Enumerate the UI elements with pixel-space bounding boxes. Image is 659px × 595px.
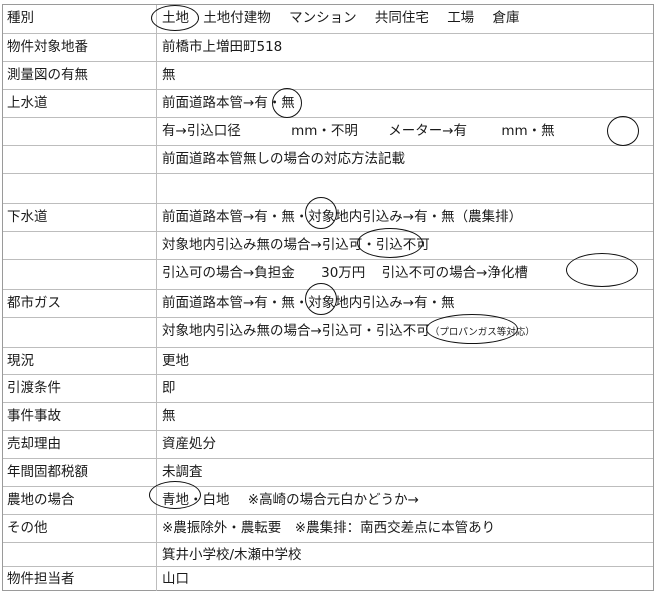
type-factory: 工場 (447, 10, 475, 26)
water-main-no: ・無 (267, 95, 295, 111)
value-tax: 未調査 (162, 464, 203, 480)
value-gas-2: 対象地内引込み無の場合→引込可・引込不可（プロパンガス等対応） (158, 318, 653, 347)
type-land-building: 土地付建物 (203, 10, 271, 26)
sewer-not-connectable: ・引込不可 (362, 237, 430, 253)
row-farmland: 農地の場合 青地・白地 ※高崎の場合元白かどうか→ (3, 486, 653, 514)
label-farmland: 農地の場合 (3, 487, 157, 514)
sewer-septic-tank: 浄化槽 (487, 265, 528, 281)
row-sewer-3: 引込可の場合→負担金 30万円 引込不可の場合→浄化槽 (3, 259, 653, 289)
sewer-inlet-text: ・対象地内引込み→有・無（農集排） (294, 209, 523, 225)
value-incident: 無 (162, 408, 176, 424)
value-handover: 即 (162, 380, 176, 396)
row-type: 種別 土地 土地付建物 マンション 共同住宅 工場 倉庫 (3, 5, 653, 33)
row-tax: 年間固都税額 未調査 (3, 458, 653, 486)
type-warehouse: 倉庫 (492, 10, 520, 26)
water-alt-method: 前面道路本管無しの場合の対応方法記載 (162, 151, 405, 167)
value-water-1: 前面道路本管→有・無 (158, 90, 653, 117)
water-main-yes: 有 (254, 95, 268, 111)
sewer-not-connectable-text: 引込不可の場合→ (381, 265, 488, 281)
water-meter: メーター→有 (388, 123, 468, 139)
sewer-main-text: 前面道路本管→有・ (162, 209, 282, 225)
sewer-fee-amount: 30万円 (321, 265, 366, 281)
label-sewer-blank-2 (3, 232, 157, 259)
value-schools: 箕井小学校/木瀬中学校 (162, 547, 302, 563)
water-meter-none: 無 (541, 123, 555, 139)
row-handover: 引渡条件 即 (3, 374, 653, 402)
row-agent: 物件担当者 山口 (3, 566, 653, 591)
farmland-blue: 青地 (162, 492, 189, 508)
value-gas-1: 前面道路本管→有・無・対象地内引込み→有・無 (158, 290, 653, 317)
row-gas-1: 都市ガス 前面道路本管→有・無・対象地内引込み→有・無 (3, 289, 653, 317)
label-survey-map: 測量図の有無 (3, 62, 157, 89)
row-sewer-1: 下水道 前面道路本管→有・無・対象地内引込み→有・無（農集排） (3, 203, 653, 231)
value-status: 更地 (162, 353, 189, 369)
gas-propane-note: （プロパンガス等対応） (429, 327, 535, 338)
gas-main-text: 前面道路本管→有・ (162, 295, 282, 311)
value-sewer-2: 対象地内引込み無の場合→引込可・引込不可 (158, 232, 653, 259)
sewer-connectable: 引込可 (321, 237, 363, 253)
row-water-4 (3, 173, 653, 203)
row-sewer-2: 対象地内引込み無の場合→引込可・引込不可 (3, 231, 653, 259)
row-lot-number: 物件対象地番 前橋市上増田町518 (3, 33, 653, 61)
value-sale-reason: 資産処分 (162, 436, 216, 452)
water-meter-mm: mm・ (501, 123, 542, 139)
water-inlet-unknown: mm・不明 (291, 123, 358, 139)
row-gas-2: 対象地内引込み無の場合→引込可・引込不可（プロパンガス等対応） (3, 317, 653, 347)
value-water-blank (158, 174, 653, 203)
value-sewer-1: 前面道路本管→有・無・対象地内引込み→有・無（農集排） (158, 204, 653, 231)
value-survey-map: 無 (162, 67, 176, 83)
label-water-blank-4 (3, 174, 157, 203)
label-tax: 年間固都税額 (3, 459, 157, 486)
label-water: 上水道 (3, 90, 157, 117)
row-survey-map: 測量図の有無 無 (3, 61, 653, 89)
value-sewer-3: 引込可の場合→負担金 30万円 引込不可の場合→浄化槽 (158, 260, 653, 289)
gas-main-no: 無 (281, 295, 295, 311)
value-other-1: ※農振除外・農転要 ※農集排：南西交差点に本管あり (162, 520, 496, 536)
label-gas-blank-2 (3, 318, 157, 347)
label-type: 種別 (3, 5, 157, 33)
value-water-2: 有→引込口径 mm・不明 メーター→有 mm・無 (158, 118, 653, 145)
type-land: 土地 (162, 10, 189, 26)
type-mansion: マンション (289, 10, 357, 26)
value-farmland: 青地・白地 ※高崎の場合元白かどうか→ (158, 487, 653, 514)
property-info-table: 種別 土地 土地付建物 マンション 共同住宅 工場 倉庫 物件対象地番 前橋市上… (2, 4, 654, 591)
row-other-1: その他 ※農振除外・農転要 ※農集排：南西交差点に本管あり (3, 514, 653, 542)
sewer-no-inlet-text: 対象地内引込み無の場合→ (162, 237, 322, 253)
gas-inlet-text: ・対象地内引込み→有・無 (294, 295, 455, 311)
farmland-white: ・白地 (189, 492, 230, 508)
water-inlet-diameter: 有→引込口径 (162, 123, 241, 139)
gas-not-connectable: 引込不可 (375, 323, 430, 339)
row-water-3: 前面道路本管無しの場合の対応方法記載 (3, 145, 653, 173)
value-agent: 山口 (162, 571, 189, 587)
row-water-2: 有→引込口径 mm・不明 メーター→有 mm・無 (3, 117, 653, 145)
row-sale-reason: 売却理由 資産処分 (3, 430, 653, 458)
row-incident: 事件事故 無 (3, 402, 653, 430)
row-status: 現況 更地 (3, 347, 653, 374)
label-incident: 事件事故 (3, 403, 157, 430)
label-handover: 引渡条件 (3, 375, 157, 402)
label-agent: 物件担当者 (3, 567, 157, 591)
label-other: その他 (3, 515, 157, 542)
label-other-blank (3, 543, 157, 566)
sewer-main-no: 無 (281, 209, 295, 225)
label-gas: 都市ガス (3, 290, 157, 317)
sewer-fee-text: 引込可の場合→負担金 (162, 265, 295, 281)
farmland-takasaki-note: ※高崎の場合元白かどうか→ (247, 492, 419, 508)
gas-no-inlet-text: 対象地内引込み無の場合→引込可・ (162, 323, 376, 339)
label-sale-reason: 売却理由 (3, 431, 157, 458)
label-sewer: 下水道 (3, 204, 157, 231)
row-other-2: 箕井小学校/木瀬中学校 (3, 542, 653, 566)
label-lot-number: 物件対象地番 (3, 34, 157, 61)
row-water-1: 上水道 前面道路本管→有・無 (3, 89, 653, 117)
label-water-blank-2 (3, 118, 157, 145)
value-lot-number: 前橋市上増田町518 (162, 39, 283, 55)
value-type: 土地 土地付建物 マンション 共同住宅 工場 倉庫 (158, 5, 653, 33)
water-main-text: 前面道路本管→ (162, 95, 255, 111)
label-sewer-blank-3 (3, 260, 157, 289)
type-apartment: 共同住宅 (374, 10, 429, 26)
label-water-blank-3 (3, 146, 157, 173)
label-status: 現況 (3, 348, 157, 374)
